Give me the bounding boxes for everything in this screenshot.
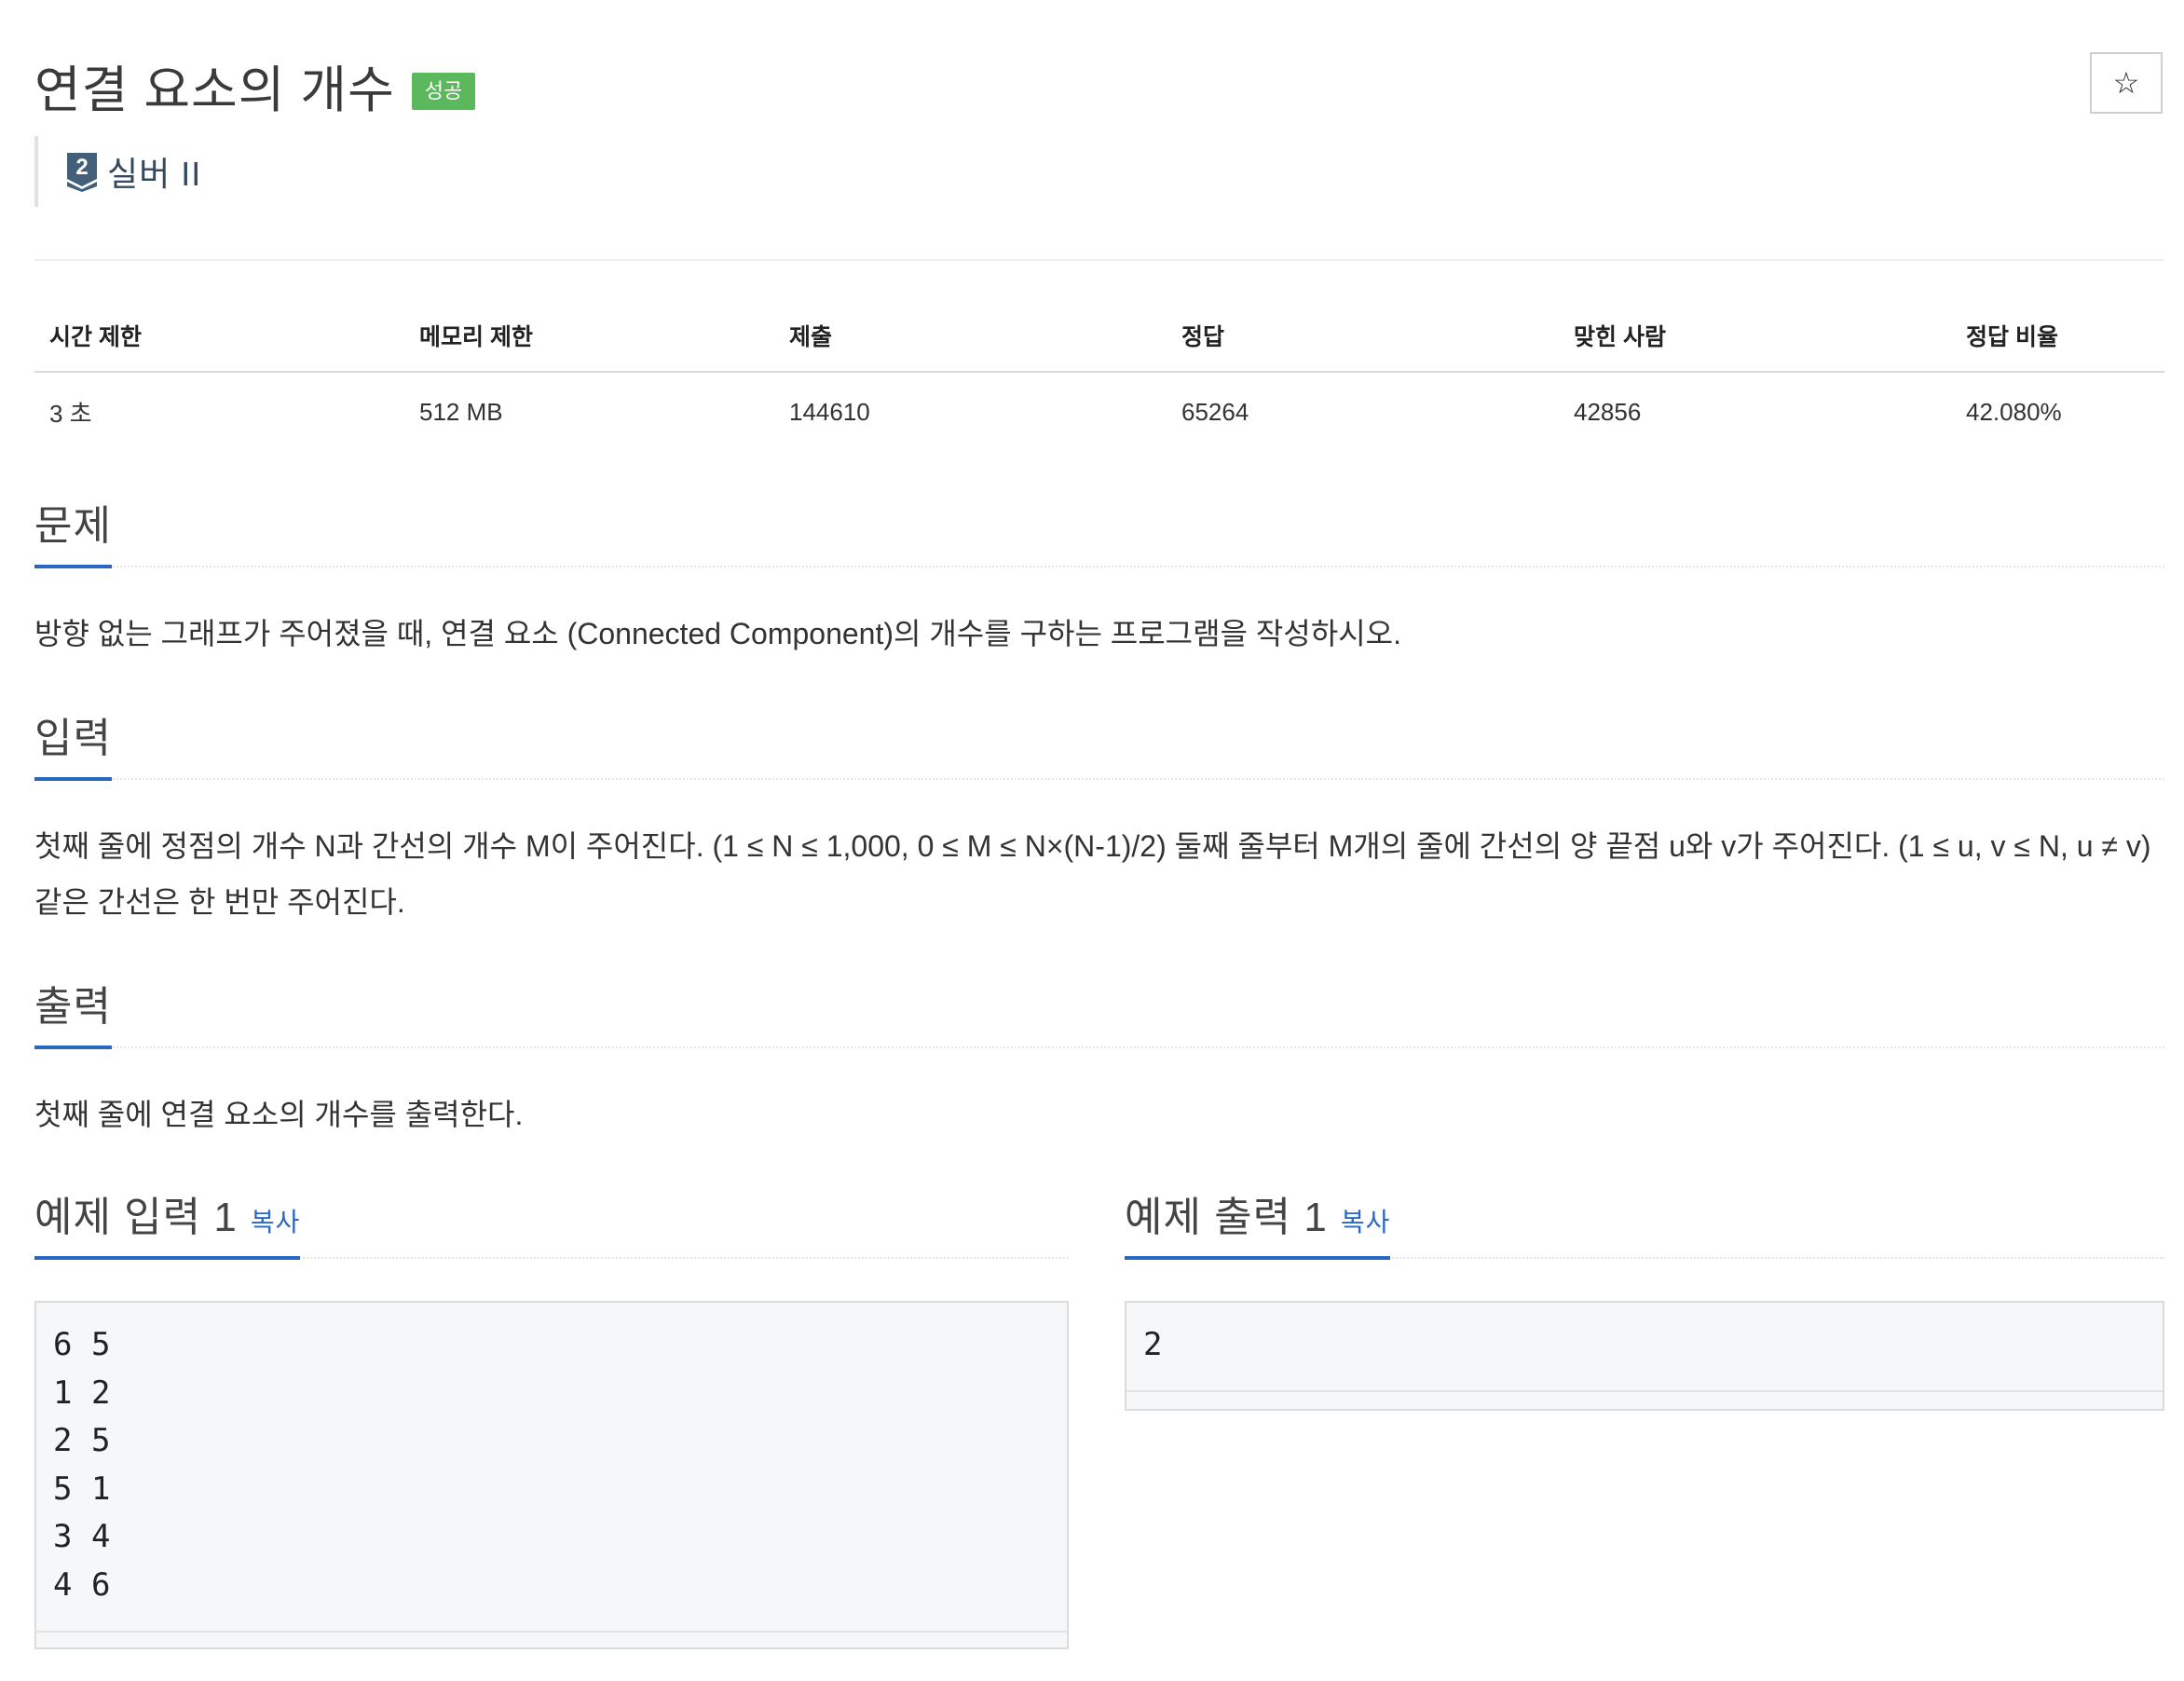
sample-input-box[interactable]: 6 5 1 2 2 5 5 1 3 4 4 6 — [34, 1301, 1069, 1649]
value-time-limit: 3 초 — [49, 400, 92, 428]
problem-description: 방향 없는 그래프가 주어졌을 때, 연결 요소 (Connected Comp… — [34, 617, 1401, 650]
sample-output-line: 2 — [1143, 1326, 1163, 1363]
copy-sample-input-button[interactable]: 복사 — [251, 1208, 301, 1237]
sample-input-content: 6 5 1 2 2 5 5 1 3 4 4 6 — [36, 1303, 1067, 1631]
problem-info-table: 시간 제한 메모리 제한 제출 정답 맞힌 사람 정답 비율 3 초 512 M… — [34, 308, 2164, 452]
copy-sample-output-button[interactable]: 복사 — [1341, 1208, 1391, 1237]
tier-block: 2 실버 II — [34, 136, 201, 207]
sample-input-line: 1 2 — [53, 1374, 111, 1412]
header-submissions: 제출 — [774, 308, 1167, 373]
info-header-row: 시간 제한 메모리 제한 제출 정답 맞힌 사람 정답 비율 — [34, 308, 2164, 373]
sample-output-footer — [1126, 1389, 2163, 1418]
star-button[interactable]: ☆ — [2090, 52, 2163, 114]
problem-title: 연결 요소의 개수 — [34, 62, 395, 118]
sample-output-title-wrap: 예제 출력 1 복사 — [1125, 1183, 1391, 1260]
divider — [34, 259, 2164, 261]
sample-output-header: 예제 출력 1 복사 — [1125, 1183, 2164, 1260]
output-description: 첫째 줄에 연결 요소의 개수를 출력한다. — [34, 1098, 524, 1131]
star-icon: ☆ — [2112, 66, 2140, 100]
sample-output-title: 예제 출력 1 — [1125, 1195, 1328, 1240]
title-row: 연결 요소의 개수 성공 — [34, 48, 476, 122]
header-memory-limit: 메모리 제한 — [404, 308, 774, 373]
sample-output-box[interactable]: 2 — [1125, 1301, 2164, 1411]
output-section-header: 출력 — [34, 973, 2164, 1049]
sample-input-line: 4 6 — [53, 1565, 111, 1604]
output-section-title: 출력 — [34, 973, 112, 1049]
value-memory-limit: 512 MB — [419, 398, 503, 426]
value-submissions: 144610 — [789, 398, 870, 426]
header-solvers: 맞힌 사람 — [1559, 308, 1951, 373]
sample-input-footer — [36, 1630, 1067, 1659]
input-section-title: 입력 — [34, 704, 112, 781]
status-badge: 성공 — [411, 72, 476, 110]
value-solvers: 42856 — [1574, 398, 1642, 426]
sample-input-title: 예제 입력 1 — [34, 1195, 238, 1240]
problem-page: 연결 요소의 개수 성공 ☆ 2 실버 II 시간 제한 메모리 제한 제출 정… — [0, 0, 2184, 1681]
silver-2-tier-icon: 2 — [67, 153, 97, 192]
sample-output-content: 2 — [1126, 1303, 2163, 1390]
value-accept-ratio: 42.080% — [1966, 398, 2062, 426]
tier-label[interactable]: 실버 II — [107, 147, 201, 196]
problem-section-title: 문제 — [34, 492, 112, 568]
input-description: 첫째 줄에 정점의 개수 N과 간선의 개수 M이 주어진다. (1 ≤ N ≤… — [34, 829, 2151, 919]
sample-input-line: 6 5 — [53, 1326, 111, 1363]
problem-section-header: 문제 — [34, 492, 2164, 568]
sample-input-line: 2 5 — [53, 1422, 111, 1460]
sample-input-header: 예제 입력 1 복사 — [34, 1183, 1069, 1260]
info-value-row: 3 초 512 MB 144610 65264 42856 42.080% — [34, 372, 2164, 452]
sample-input-title-wrap: 예제 입력 1 복사 — [34, 1183, 301, 1260]
header-accepted: 정답 — [1167, 308, 1559, 373]
sample-input-line: 5 1 — [53, 1469, 111, 1508]
header-time-limit: 시간 제한 — [34, 308, 404, 373]
header-accept-ratio: 정답 비율 — [1951, 308, 2164, 373]
tier-number: 2 — [75, 155, 88, 180]
sample-input-line: 3 4 — [53, 1518, 111, 1556]
value-accepted: 65264 — [1181, 398, 1249, 426]
input-section-header: 입력 — [34, 704, 2164, 781]
